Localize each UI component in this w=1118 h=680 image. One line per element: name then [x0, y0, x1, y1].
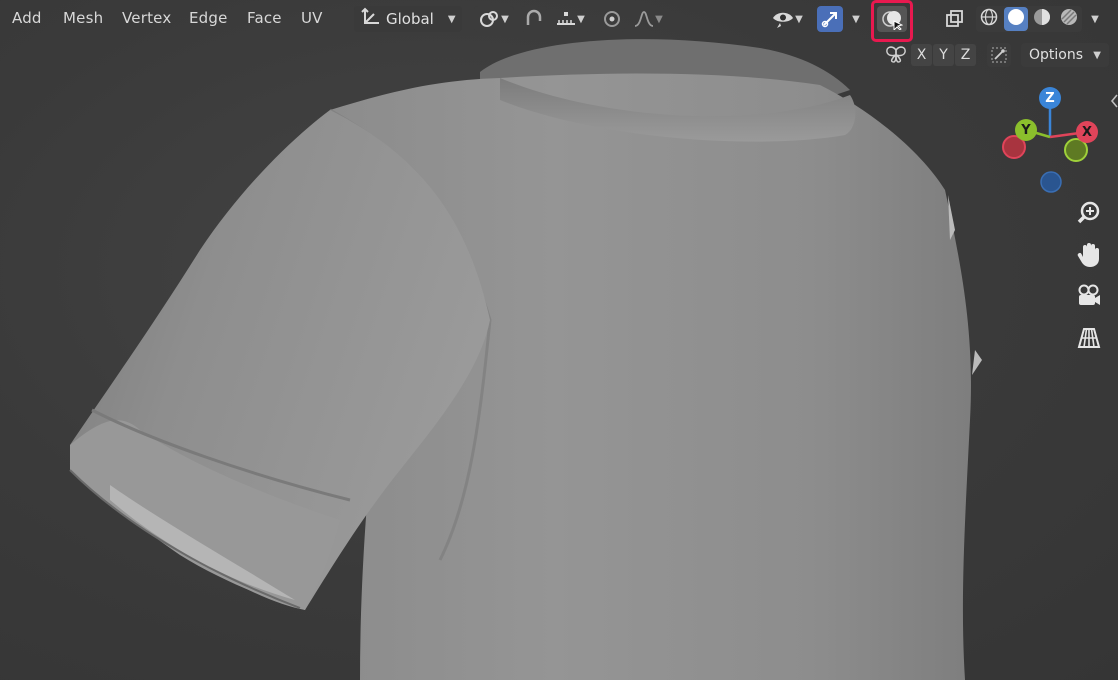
snap-increment-icon	[555, 9, 577, 29]
solid-shading-icon	[1007, 8, 1025, 30]
viewport-header: Add Mesh Vertex Edge Face UV Global ▼ ▼ …	[0, 0, 1118, 67]
3d-viewport[interactable]	[0, 0, 1118, 680]
rendered-shading-button[interactable]	[1057, 7, 1081, 31]
shading-mode-group	[976, 6, 1082, 32]
mirror-y-button[interactable]: Y	[933, 44, 954, 66]
options-dropdown[interactable]: Options ▼	[1021, 43, 1109, 67]
sidebar-toggle-arrow[interactable]	[1110, 92, 1118, 114]
chevron-down-icon: ▼	[1091, 13, 1099, 25]
mirror-z-button[interactable]: Z	[955, 44, 976, 66]
menu-vertex[interactable]: Vertex	[122, 9, 171, 27]
menu-mesh[interactable]: Mesh	[63, 9, 103, 27]
chevron-down-icon: ▼	[447, 13, 456, 25]
pan-hand-icon	[1076, 241, 1102, 273]
falloff-dropdown[interactable]: ▼	[628, 6, 668, 32]
chevron-down-icon: ▼	[852, 13, 860, 25]
perspective-grid-icon	[1076, 326, 1102, 354]
camera-view-button[interactable]	[1070, 279, 1108, 317]
proportional-editing-toggle[interactable]	[599, 6, 625, 32]
gizmo-z-axis[interactable]: Z	[1039, 87, 1061, 109]
snap-target-dropdown[interactable]: ▼	[550, 6, 590, 32]
material-shading-icon	[1033, 8, 1051, 30]
menu-edge[interactable]: Edge	[189, 9, 228, 27]
menu-uv[interactable]: UV	[301, 9, 323, 27]
pivot-point-icon	[479, 9, 501, 29]
mirror-toggle[interactable]	[884, 43, 908, 67]
gizmo-x-axis[interactable]: X	[1076, 121, 1098, 143]
transform-orientation-label: Global	[386, 10, 434, 28]
highlight-marker	[871, 0, 913, 42]
transform-axes-icon	[360, 7, 382, 31]
snap-icon	[524, 9, 544, 29]
navigation-gizmo[interactable]: Z Y X	[995, 82, 1105, 197]
gizmo-x-label: X	[1081, 124, 1093, 140]
menu-face[interactable]: Face	[247, 9, 282, 27]
shading-dropdown[interactable]: ▼	[1084, 6, 1106, 32]
selectability-visibility-dropdown[interactable]: ▼	[765, 6, 809, 32]
perspective-toggle-button[interactable]	[1070, 321, 1108, 359]
gizmo-z-label: Z	[1045, 90, 1055, 106]
chevron-down-icon: ▼	[795, 13, 803, 25]
chevron-down-icon: ▼	[1093, 49, 1101, 61]
gizmo-y-label: Y	[1021, 122, 1031, 138]
xray-toggle[interactable]	[941, 6, 967, 32]
eye-icon	[771, 9, 795, 29]
zoom-icon	[1076, 200, 1102, 230]
pan-button[interactable]	[1070, 238, 1108, 276]
falloff-curve-icon	[633, 9, 655, 29]
mirror-x-button[interactable]: X	[911, 44, 932, 66]
solid-shading-button[interactable]	[1003, 7, 1028, 31]
chevron-down-icon: ▼	[655, 13, 663, 25]
rendered-shading-icon	[1060, 8, 1078, 30]
wireframe-shading-icon	[980, 8, 998, 30]
mirror-butterfly-icon	[885, 46, 907, 64]
menu-add[interactable]: Add	[12, 9, 42, 27]
wireframe-shading-button[interactable]	[977, 7, 1001, 31]
gizmo-toggle[interactable]	[817, 6, 843, 32]
chevron-down-icon: ▼	[501, 13, 509, 25]
auto-merge-icon	[990, 46, 1008, 64]
pivot-point-dropdown[interactable]: ▼	[474, 6, 514, 32]
gizmo-y-axis[interactable]: Y	[1015, 119, 1037, 141]
snap-toggle[interactable]	[521, 6, 547, 32]
zoom-button[interactable]	[1070, 196, 1108, 234]
gizmo-dropdown[interactable]: ▼	[846, 6, 866, 32]
proportional-editing-icon	[602, 9, 622, 29]
transform-orientation-dropdown[interactable]: Global ▼	[354, 6, 462, 32]
camera-icon	[1076, 284, 1102, 312]
auto-merge-toggle[interactable]	[987, 43, 1011, 67]
chevron-down-icon: ▼	[577, 13, 585, 25]
gizmo-icon	[820, 9, 840, 29]
options-label: Options	[1029, 47, 1084, 63]
material-shading-button[interactable]	[1030, 7, 1054, 31]
tshirt-mesh	[69, 39, 982, 680]
xray-icon	[944, 9, 964, 29]
